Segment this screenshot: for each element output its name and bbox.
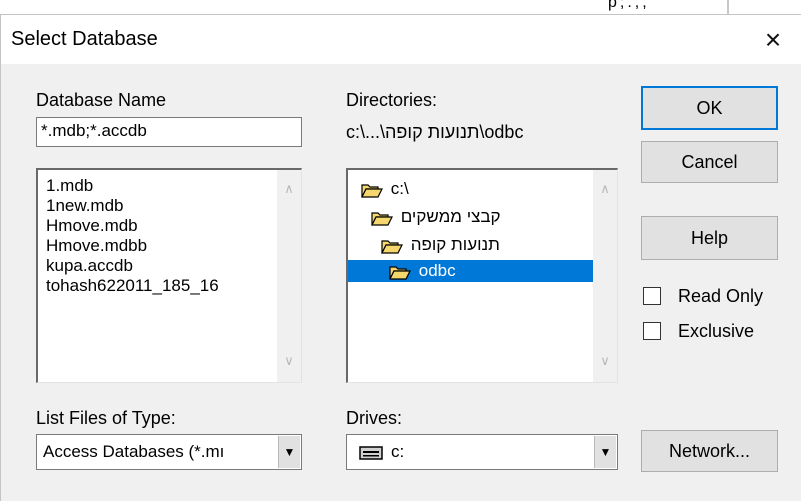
directory-list[interactable]: c:\ קבצי ממשקים תנועות קופה odbc ∧ ∨ (346, 168, 618, 383)
ok-button[interactable]: OK (641, 86, 778, 130)
scroll-up-icon[interactable]: ∧ (593, 178, 617, 200)
directory-item-odbc[interactable]: odbc (348, 260, 594, 282)
database-name-value: *.mdb;*.accdb (41, 121, 147, 140)
directory-name: קבצי ממשקים (400, 207, 501, 226)
directory-name: c:\ (390, 179, 409, 198)
read-only-checkbox[interactable] (643, 287, 661, 305)
drives-select[interactable]: c: ▼ (346, 434, 618, 470)
background-text-fragment: p;.,, (608, 0, 650, 11)
drives-label: Drives: (346, 408, 403, 428)
drive-icon (359, 446, 383, 460)
file-type-value: Access Databases (*.mı (43, 442, 225, 461)
ok-button-label: OK (696, 97, 723, 118)
open-folder-icon (389, 265, 411, 280)
database-name-label: Database Name (36, 90, 167, 110)
directory-name: odbc (418, 261, 456, 280)
directory-list-scrollbar[interactable]: ∧ ∨ (593, 170, 617, 382)
file-list[interactable]: 1.mdb 1new.mdb Hmove.mdb Hmove.mdbb kupa… (36, 168, 302, 383)
chevron-down-icon[interactable]: ▼ (594, 436, 616, 468)
close-button[interactable]: × (745, 15, 801, 64)
title-bar: Select Database × (1, 15, 801, 64)
network-button[interactable]: Network... (641, 430, 778, 472)
scroll-down-icon[interactable]: ∨ (277, 350, 301, 372)
directory-item-interfaces[interactable]: קבצי ממשקים (368, 206, 501, 228)
file-item[interactable]: tohash622011_185_16 (46, 275, 219, 297)
file-item[interactable]: Hmove.mdb (46, 215, 138, 237)
scroll-down-icon[interactable]: ∨ (593, 350, 617, 372)
help-button-label: Help (690, 227, 729, 248)
exclusive-label: Exclusive (678, 321, 755, 341)
open-folder-icon (381, 239, 403, 254)
file-item[interactable]: 1new.mdb (46, 195, 124, 217)
current-path: c:\...\תנועות קופה\odbc (346, 122, 524, 142)
scroll-up-icon[interactable]: ∧ (277, 178, 301, 200)
directories-label: Directories: (346, 90, 438, 110)
close-icon: × (764, 23, 782, 55)
open-folder-icon (371, 211, 393, 226)
help-button[interactable]: Help (641, 216, 778, 260)
file-item[interactable]: Hmove.mdbb (46, 235, 147, 257)
file-type-label: List Files of Type: (36, 408, 176, 428)
chevron-down-icon[interactable]: ▼ (278, 436, 300, 468)
select-database-dialog: Select Database × Database Name *.mdb;*.… (0, 14, 801, 501)
dialog-title: Select Database (11, 28, 158, 50)
database-name-input[interactable]: *.mdb;*.accdb (36, 117, 302, 147)
file-item[interactable]: kupa.accdb (46, 255, 133, 277)
file-type-select[interactable]: Access Databases (*.mı ▼ (36, 434, 302, 470)
exclusive-checkbox[interactable] (643, 322, 661, 340)
directory-item-cash-transactions[interactable]: תנועות קופה (378, 234, 500, 256)
read-only-label: Read Only (678, 286, 764, 306)
directory-item-c-root[interactable]: c:\ (358, 178, 409, 200)
drive-value: c: (391, 442, 405, 461)
cancel-button-label: Cancel (681, 151, 738, 172)
file-list-scrollbar[interactable]: ∧ ∨ (277, 170, 301, 382)
file-item[interactable]: 1.mdb (46, 175, 93, 197)
directory-name: תנועות קופה (410, 235, 500, 254)
network-button-label: Network... (668, 440, 751, 461)
cancel-button[interactable]: Cancel (641, 141, 778, 183)
background-divider (727, 0, 729, 14)
open-folder-icon (361, 183, 383, 198)
